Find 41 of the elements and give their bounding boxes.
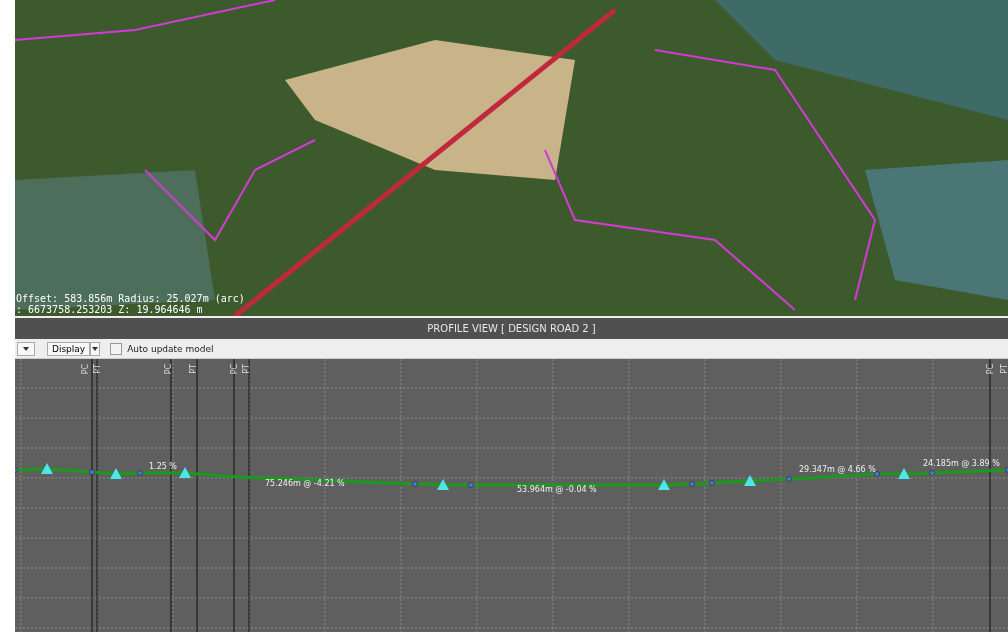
- grade-label: 1.25 %: [149, 462, 177, 471]
- station-label: PC: [231, 363, 240, 375]
- dropdown-button[interactable]: [90, 341, 101, 356]
- coordinate-readout: Offset: 583.856m Radius: 25.027m (arc): [16, 293, 245, 304]
- grade-label: 75.246m @ -4.21 %: [265, 479, 345, 488]
- triangle-marker[interactable]: [744, 475, 756, 486]
- triangle-marker[interactable]: [898, 468, 910, 479]
- caret-icon: [92, 346, 99, 351]
- vertex-point[interactable]: [929, 470, 935, 476]
- triangle-marker[interactable]: [41, 463, 53, 474]
- station-label: PT: [189, 364, 198, 374]
- vertex-point[interactable]: [89, 469, 95, 475]
- vertex-point[interactable]: [709, 480, 715, 486]
- station-label: PC: [82, 363, 91, 375]
- checkbox-label: Auto update model: [127, 343, 214, 354]
- station-label: PC: [987, 363, 996, 375]
- vertex-point[interactable]: [689, 481, 695, 487]
- panel-title: PROFILE VIEW [ DESIGN ROAD 2 ]: [427, 323, 596, 334]
- grade-label: 29.347m @ 4.66 %: [799, 465, 876, 474]
- station-label: PT: [1000, 364, 1008, 374]
- station-label: PC: [165, 363, 174, 375]
- display-button[interactable]: Display: [47, 341, 91, 356]
- grade-label: 24.185m @ 3.89 %: [923, 459, 1000, 468]
- station-label: PT: [93, 364, 102, 374]
- vertex-point[interactable]: [874, 471, 880, 477]
- triangle-marker[interactable]: [658, 479, 670, 490]
- grade-label: 53.964m @ -0.04 %: [517, 485, 597, 494]
- vertex-point[interactable]: [137, 470, 143, 476]
- dropdown-button[interactable]: [17, 341, 35, 356]
- triangle-marker[interactable]: [179, 467, 191, 478]
- coordinate-readout: : 6673758.253203 Z: 19.964646 m: [16, 304, 204, 315]
- caret-icon: [23, 346, 29, 351]
- triangle-marker[interactable]: [110, 468, 122, 479]
- vertex-point[interactable]: [15, 467, 18, 473]
- checkbox[interactable]: [110, 342, 123, 355]
- vertex-point[interactable]: [412, 481, 418, 487]
- vertex-point[interactable]: [468, 482, 474, 488]
- vertex-point[interactable]: [1005, 467, 1008, 473]
- triangle-marker[interactable]: [437, 479, 449, 490]
- vertex-point[interactable]: [786, 476, 792, 482]
- station-label: PT: [242, 364, 251, 374]
